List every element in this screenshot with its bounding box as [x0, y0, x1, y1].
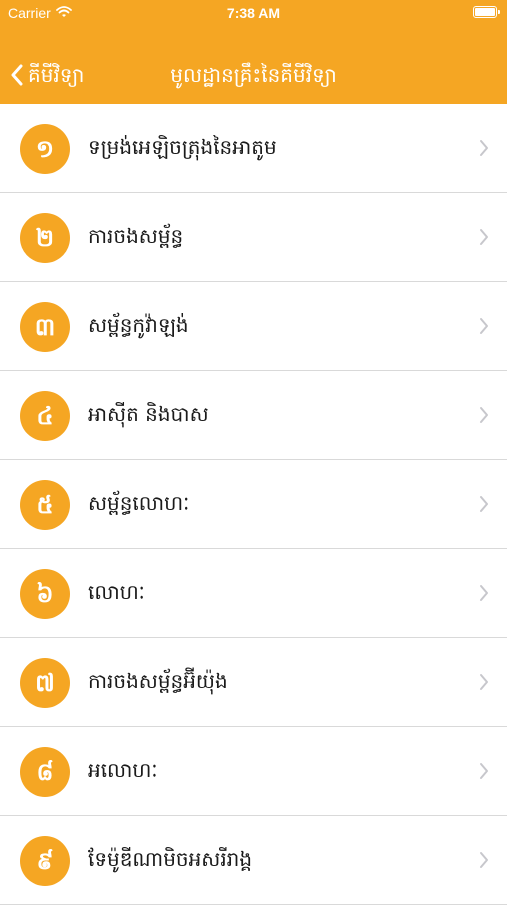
list-item[interactable]: ៦ លោហៈ — [0, 549, 507, 638]
number-badge: ៧ — [20, 658, 70, 708]
list-item-label: សម្ព័ន្ធកូវ៉ាឡង់ — [88, 313, 189, 337]
list-item[interactable]: ៣ សម្ព័ន្ធកូវ៉ាឡង់ — [0, 282, 507, 371]
number-badge: ៨ — [20, 747, 70, 797]
status-bar: Carrier 7:38 AM — [0, 0, 507, 28]
battery-icon — [473, 6, 500, 18]
header: Carrier 7:38 AM គីមីវិទ្យា មូលដ្ឋានគ្រឹះ… — [0, 0, 507, 104]
list-item[interactable]: ៨ អលោហៈ — [0, 727, 507, 816]
number-badge: ៩ — [20, 836, 70, 886]
list-item[interactable]: ១ ទម្រង់អេឡិចត្រុងនៃអាតូម — [0, 104, 507, 193]
list-item-label: ទម្រង់អេឡិចត្រុងនៃអាតូម — [88, 135, 277, 159]
list-item[interactable]: ៩ ទែម៉ូឌីណាមិចអសរីរាង្គ — [0, 816, 507, 905]
number-badge: ៦ — [20, 569, 70, 619]
number-badge: ៥ — [20, 480, 70, 530]
list-item[interactable]: ៧ ការចងសម្ព័ន្ធអ៊ីយ៉ុង — [0, 638, 507, 727]
chevron-right-icon — [480, 763, 488, 779]
chevron-right-icon — [480, 229, 488, 245]
list-item-label: ទែម៉ូឌីណាមិចអសរីរាង្គ — [88, 847, 253, 871]
chevron-right-icon — [480, 407, 488, 423]
chevron-right-icon — [480, 318, 488, 334]
number-badge: ៣ — [20, 302, 70, 352]
list-item-label: អាស៊ីត និងបាស — [88, 402, 209, 426]
number-badge: ២ — [20, 213, 70, 263]
list-item[interactable]: ៤ អាស៊ីត និងបាស — [0, 371, 507, 460]
navigation-bar: គីមីវិទ្យា មូលដ្ឋានគ្រឹះនៃគីមីវិទ្យា — [0, 50, 507, 104]
list-item-label: ការចងសម្ព័ន្ធអ៊ីយ៉ុង — [88, 669, 228, 693]
topic-list: ១ ទម្រង់អេឡិចត្រុងនៃអាតូម ២ ការចងសម្ព័ន្… — [0, 104, 507, 905]
chevron-right-icon — [480, 140, 488, 156]
chevron-right-icon — [480, 496, 488, 512]
list-item[interactable]: ២ ការចងសម្ព័ន្ធ — [0, 193, 507, 282]
page-title: មូលដ្ឋានគ្រឹះនៃគីមីវិទ្យា — [170, 63, 337, 87]
chevron-right-icon — [480, 674, 488, 690]
chevron-right-icon — [480, 585, 488, 601]
number-badge: ១ — [20, 124, 70, 174]
list-item-label: លោហៈ — [88, 580, 145, 604]
list-item[interactable]: ៥ សម្ព័ន្ធលោហៈ — [0, 460, 507, 549]
chevron-right-icon — [480, 852, 488, 868]
list-item-label: អលោហៈ — [88, 758, 158, 782]
list-item-label: សម្ព័ន្ធលោហៈ — [88, 491, 190, 515]
status-time: 7:38 AM — [226, 5, 281, 21]
list-item-label: ការចងសម្ព័ន្ធ — [88, 224, 184, 248]
number-badge: ៤ — [20, 391, 70, 441]
